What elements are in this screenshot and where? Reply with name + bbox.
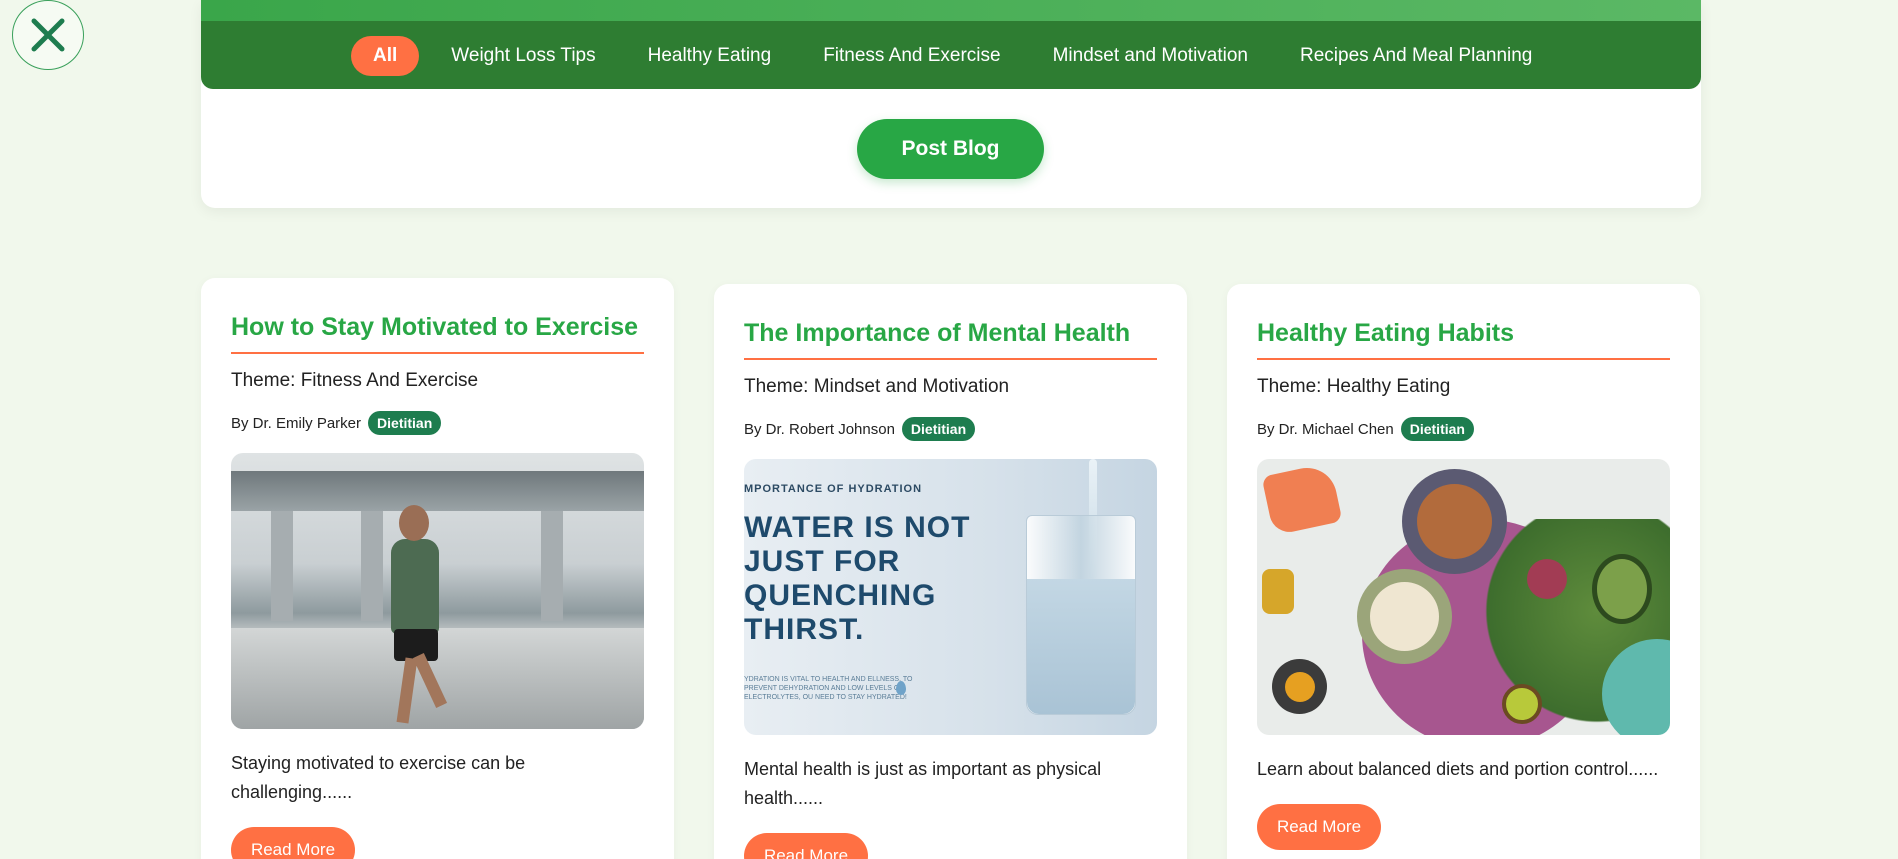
author-badge: Dietitian: [1400, 417, 1474, 441]
tab-fitness-and-exercise[interactable]: Fitness And Exercise: [797, 36, 1026, 76]
author-badge: Dietitian: [368, 411, 442, 435]
tab-mindset-and-motivation[interactable]: Mindset and Motivation: [1027, 36, 1274, 76]
blog-card: The Importance of Mental Health Theme: M…: [714, 284, 1187, 859]
image-caption-small: MPORTANCE OF HYDRATION: [744, 483, 923, 495]
post-blog-button[interactable]: Post Blog: [857, 119, 1044, 179]
blog-card: How to Stay Motivated to Exercise Theme:…: [201, 278, 674, 859]
author-name: By Dr. Robert Johnson: [744, 420, 895, 438]
tab-healthy-eating[interactable]: Healthy Eating: [622, 36, 798, 76]
card-title[interactable]: Healthy Eating Habits: [1257, 319, 1670, 360]
blog-card: Healthy Eating Habits Theme: Healthy Eat…: [1227, 284, 1700, 859]
read-more-button[interactable]: Read More: [1257, 804, 1381, 850]
image-caption-tiny: YDRATION IS VITAL TO HEALTH AND ELLNESS.…: [744, 676, 913, 701]
card-author-row: By Dr. Emily Parker Dietitian: [231, 411, 644, 435]
category-nav: All Weight Loss Tips Healthy Eating Fitn…: [201, 0, 1701, 89]
nav-top-strip: [201, 0, 1701, 21]
card-author-row: By Dr. Robert Johnson Dietitian: [744, 417, 1157, 441]
category-tabs: All Weight Loss Tips Healthy Eating Fitn…: [351, 36, 1558, 76]
author-name: By Dr. Emily Parker: [231, 414, 362, 432]
card-theme: Theme: Fitness And Exercise: [231, 370, 479, 391]
tab-all[interactable]: All: [351, 36, 420, 76]
card-image-hydration: MPORTANCE OF HYDRATION WATER IS NOT JUST…: [744, 459, 1157, 735]
card-title[interactable]: The Importance of Mental Health: [744, 319, 1157, 360]
card-image-food: [1257, 459, 1670, 735]
card-title[interactable]: How to Stay Motivated to Exercise: [231, 313, 644, 354]
author-name: By Dr. Michael Chen: [1257, 420, 1394, 438]
card-theme: Theme: Healthy Eating: [1257, 376, 1451, 397]
author-badge: Dietitian: [901, 417, 976, 441]
close-button[interactable]: [12, 0, 84, 70]
card-excerpt: Staying motivated to exercise can be cha…: [231, 753, 526, 802]
water-drop-icon: [896, 681, 906, 695]
card-author-row: By Dr. Michael Chen Dietitian: [1257, 417, 1670, 441]
tab-weight-loss-tips[interactable]: Weight Loss Tips: [425, 36, 621, 76]
card-theme: Theme: Mindset and Motivation: [744, 376, 1010, 397]
image-headline: WATER IS NOT JUST FOR QUENCHING THIRST.: [744, 511, 971, 646]
close-icon: [31, 18, 65, 52]
read-more-button[interactable]: Read More: [744, 833, 868, 859]
tab-recipes-and-meal-planning[interactable]: Recipes And Meal Planning: [1274, 36, 1558, 76]
card-excerpt: Mental health is just as important as ph…: [744, 759, 1102, 808]
read-more-button[interactable]: Read More: [231, 827, 355, 859]
card-image-runner: [231, 453, 644, 729]
card-excerpt: Learn about balanced diets and portion c…: [1257, 759, 1659, 779]
